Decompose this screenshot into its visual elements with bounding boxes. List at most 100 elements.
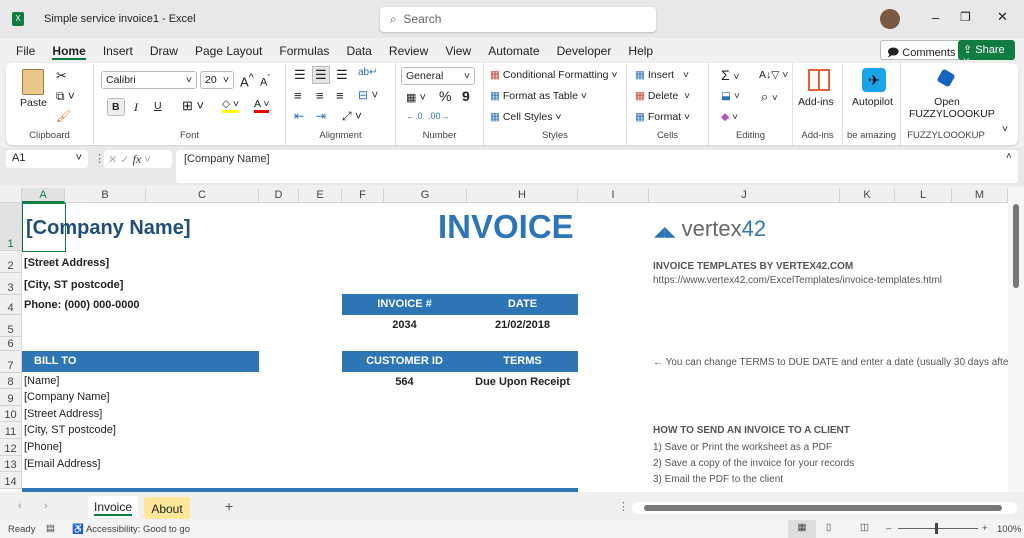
autopilot-button[interactable]: Autopilot [852,96,893,108]
row-header-3[interactable]: 3 [0,273,22,295]
bold-button[interactable]: B [107,98,125,116]
conditional-formatting-button[interactable]: ▦ Conditional Formatting ˅ [490,69,618,81]
row-header-2[interactable]: 2 [0,251,22,273]
add-sheet-button[interactable]: + [225,498,233,514]
zoom-slider-thumb[interactable] [935,523,938,534]
tab-file[interactable]: File [16,44,35,58]
row-header-13[interactable]: 13 [0,456,22,472]
font-name-select[interactable]: Calibri ˅ [101,71,197,89]
close-button[interactable]: ✕ [997,9,1008,25]
normal-view-button[interactable]: ▦ [788,520,816,538]
tab-splitter-icon[interactable]: ⋮ [618,500,629,513]
tab-formulas[interactable]: Formulas [279,44,329,58]
fill-color-icon[interactable]: ◇ ˅ [222,98,240,113]
zoom-level[interactable]: 100% [997,524,1021,535]
sheet-tab-about[interactable]: About [144,497,190,519]
cancel-icon[interactable]: ✕ [108,154,117,166]
row-header-7[interactable]: 7 [0,351,22,373]
format-painter-icon[interactable]: 🖌 [56,109,71,123]
borders-icon[interactable]: ⊞ ˅ [182,98,204,114]
zoom-slider[interactable] [898,523,978,534]
font-color-icon[interactable]: A ˅ [254,98,270,113]
orientation-icon[interactable]: ⤢ ˅ [342,109,362,124]
row-header-6[interactable]: 6 [0,337,22,351]
row-header-11[interactable]: 11 [0,422,22,439]
tab-view[interactable]: View [445,44,471,58]
italic-button[interactable]: I [134,100,138,115]
column-header-h[interactable]: H [467,188,578,203]
increase-indent-icon[interactable]: ⇥ [316,109,326,123]
row-header-9[interactable]: 9 [0,389,22,406]
tab-data[interactable]: Data [347,44,372,58]
autopilot-icon[interactable]: ✈ [862,68,886,92]
zoom-out-button[interactable]: – [886,523,891,534]
row-header-4[interactable]: 4 [0,295,22,315]
column-header-m[interactable]: M [952,188,1008,203]
decrease-font-icon[interactable]: Aˇ [260,73,270,89]
formula-input[interactable]: [Company Name] [176,150,1018,183]
comments-button[interactable]: 🗩 Comments [880,40,963,60]
column-header-g[interactable]: G [384,188,467,203]
row-header-10[interactable]: 10 [0,406,22,422]
templates-link[interactable]: https://www.vertex42.com/ExcelTemplates/… [653,275,942,286]
autosum-button[interactable]: Σ ˅ [721,67,739,83]
column-header-l[interactable]: L [895,188,952,203]
wrap-text-icon[interactable]: ab↵ [358,67,378,78]
sheet-tab-invoice[interactable]: Invoice [88,496,138,518]
clear-icon[interactable]: ◆ ˅ [721,111,738,123]
open-fuzzylookup-button[interactable]: Open FUZZYLOOOKUP [909,96,995,120]
macro-record-icon[interactable]: ▤ [46,523,55,534]
align-middle-icon[interactable]: ☰ [312,66,330,84]
delete-cells-button[interactable]: ▦ Delete ˅ [635,90,690,102]
tab-page-layout[interactable]: Page Layout [195,44,262,58]
page-break-view-button[interactable]: ◫ [860,522,869,533]
accessibility-status[interactable]: ♿ Accessibility: Good to go [72,524,190,535]
column-header-f[interactable]: F [342,188,384,203]
zoom-in-button[interactable]: + [982,523,988,534]
restore-button[interactable]: ❐ [960,10,971,24]
tab-help[interactable]: Help [628,44,653,58]
merge-center-icon[interactable]: ⊟ ˅ [358,88,378,102]
increase-font-icon[interactable]: A^ [240,72,254,89]
column-header-b[interactable]: B [65,188,146,203]
column-header-c[interactable]: C [146,188,259,203]
number-format-select[interactable]: General ˅ [401,67,475,85]
comma-button[interactable]: 9 [462,88,470,104]
fill-icon[interactable]: ⬓ ˅ [721,90,740,102]
format-cells-button[interactable]: ▦ Format ˅ [635,111,690,123]
underline-button[interactable]: U [154,100,162,112]
tab-home[interactable]: Home [52,44,86,60]
align-left-icon[interactable]: ≡ [294,88,302,103]
decrease-decimal-icon[interactable]: .00→ [428,111,450,121]
vertical-scrollbar[interactable] [1008,188,1024,492]
expand-formula-bar-icon[interactable]: ˄ [1006,151,1012,162]
format-as-table-button[interactable]: ▦ Format as Table ˅ [490,90,587,102]
worksheet-grid[interactable]: A B C D E F G H I J K L M 1 2 3 4 5 6 7 … [0,188,1008,492]
align-bottom-icon[interactable]: ☰ [336,67,348,83]
font-size-select[interactable]: 20 ˅ [200,71,234,89]
column-header-j[interactable]: J [649,188,840,203]
addins-icon[interactable] [808,69,830,91]
align-top-icon[interactable]: ☰ [294,67,306,83]
select-all-corner[interactable] [0,188,22,203]
row-header-12[interactable]: 12 [0,439,22,456]
tab-draw[interactable]: Draw [150,44,178,58]
insert-cells-button[interactable]: ▦ Insert ˅ [635,69,689,81]
column-header-a[interactable]: A [22,188,65,203]
tab-automate[interactable]: Automate [488,44,539,58]
horizontal-scrollbar[interactable] [632,502,1017,514]
increase-decimal-icon[interactable]: ←.0 [406,111,423,121]
insert-function-icon[interactable]: fx [133,152,142,166]
page-layout-view-button[interactable]: ▯ [826,522,831,533]
sort-filter-icon[interactable]: A↓▽ ˅ [759,69,788,81]
vertical-scroll-thumb[interactable] [1013,204,1019,288]
minimize-button[interactable]: – [932,10,939,25]
row-header-8[interactable]: 8 [0,373,22,389]
name-box[interactable]: A1 ˅ [6,150,88,168]
paste-icon[interactable] [22,69,44,95]
column-header-e[interactable]: E [299,188,342,203]
addins-button[interactable]: Add-ins [798,96,834,108]
tab-developer[interactable]: Developer [557,44,612,58]
column-header-i[interactable]: I [578,188,649,203]
cut-icon[interactable]: ✂ [56,68,67,84]
